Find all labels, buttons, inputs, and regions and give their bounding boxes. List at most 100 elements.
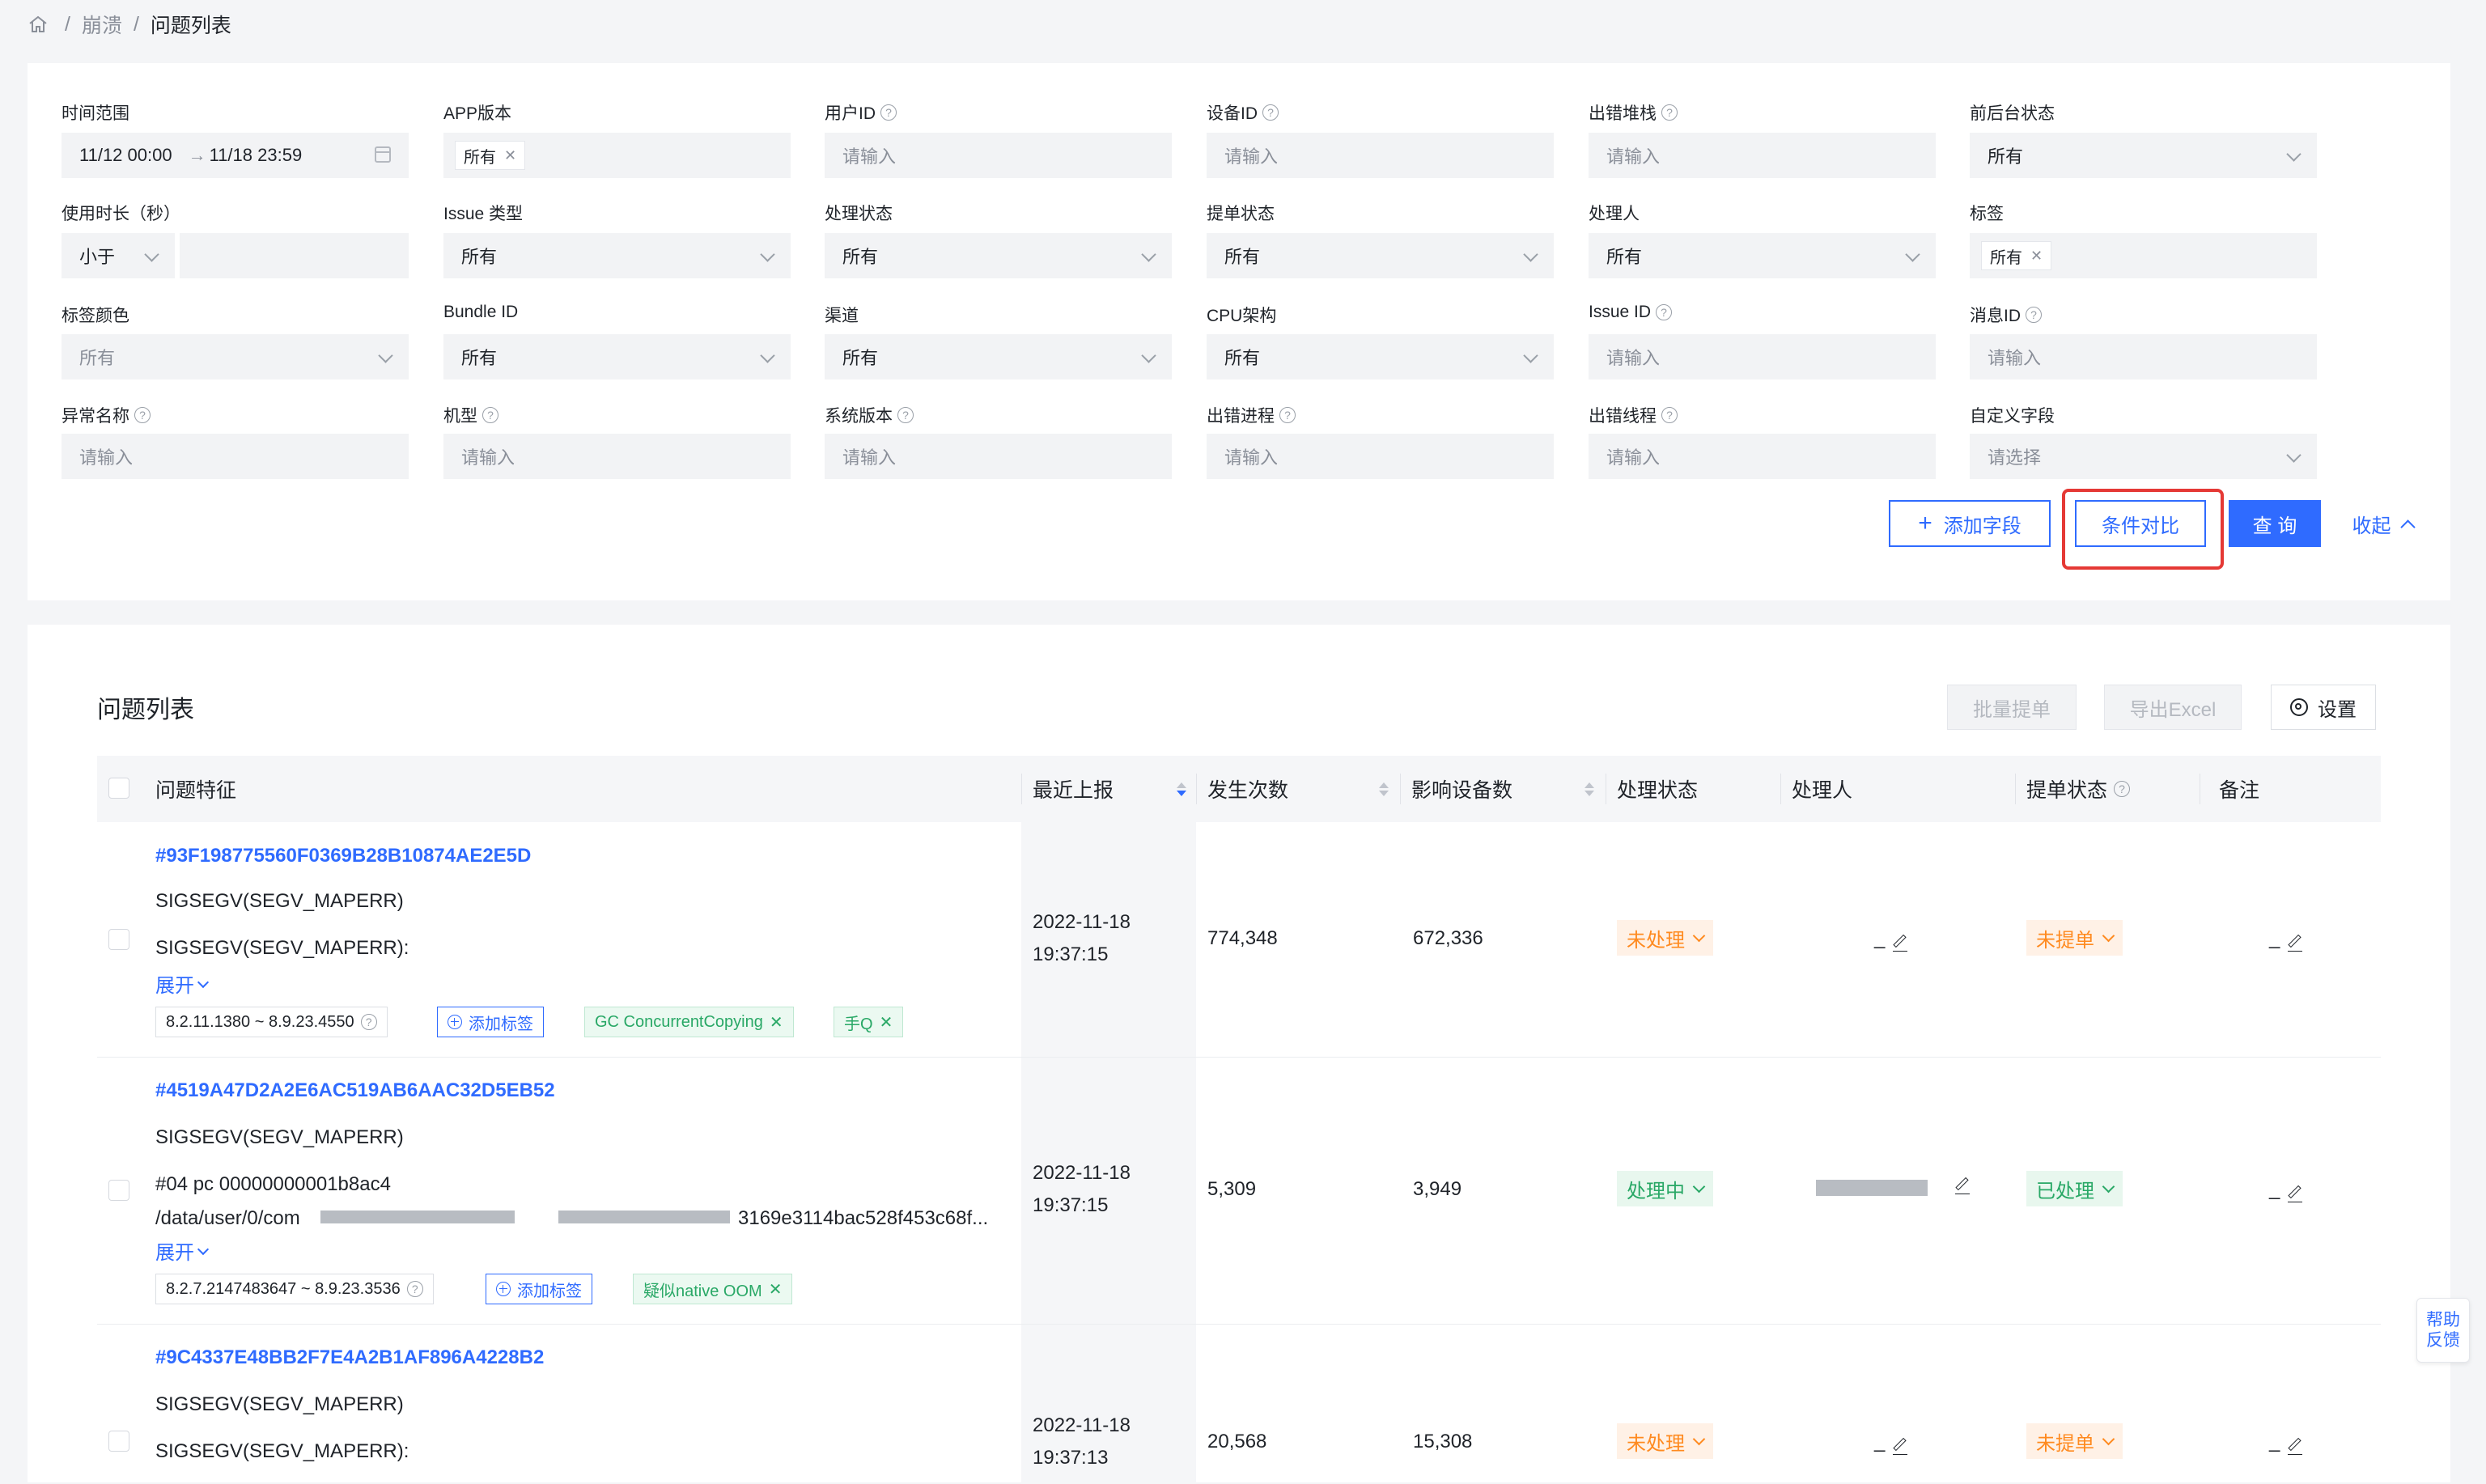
process-status-label: 处理状态 <box>825 205 893 223</box>
note-edit[interactable]: _ <box>2269 1178 2303 1202</box>
time-range-label: 时间范围 <box>62 104 129 123</box>
issue-type-select[interactable]: 所有 <box>443 233 791 278</box>
ticket-status-dropdown[interactable]: 未提单 <box>2026 1423 2123 1459</box>
help-icon[interactable]: ? <box>1262 104 1279 121</box>
channel-select[interactable]: 所有 <box>825 334 1172 379</box>
process-status-dropdown[interactable]: 未处理 <box>1617 920 1713 956</box>
user-id-input[interactable]: 请输入 <box>825 133 1172 178</box>
tags-select[interactable]: 所有 ✕ <box>1970 233 2317 278</box>
tag-color-select[interactable]: 所有 <box>62 334 409 379</box>
edit-icon[interactable] <box>1955 1178 1970 1194</box>
help-icon[interactable]: ? <box>1656 304 1673 320</box>
help-icon[interactable]: ? <box>897 407 914 423</box>
note-edit[interactable]: _ <box>2269 1431 2303 1455</box>
sort-icon[interactable] <box>1379 782 1389 796</box>
col-note: 备注 <box>2219 779 2260 802</box>
duration-operator-select[interactable]: 小于 <box>62 233 175 278</box>
bundle-id-select[interactable]: 所有 <box>443 334 791 379</box>
settings-button[interactable]: 设置 <box>2271 685 2376 730</box>
exception-name-input[interactable]: 请输入 <box>62 434 409 479</box>
issue-detail-path: /data/user/0/com <box>155 1207 300 1229</box>
issue-id-link[interactable]: #9C4337E48BB2F7E4A2B1AF896A4228B2 <box>155 1346 544 1369</box>
gear-icon <box>2290 698 2308 716</box>
ticket-status-select[interactable]: 所有 <box>1207 233 1554 278</box>
fg-bg-state-select[interactable]: 所有 <box>1970 133 2317 178</box>
remove-tag-icon[interactable]: ✕ <box>2030 248 2043 265</box>
issue-id-link[interactable]: #93F198775560F0369B28B10874AE2E5D <box>155 845 531 867</box>
os-version-label: 系统版本? <box>825 403 914 427</box>
error-stack-input[interactable]: 请输入 <box>1589 133 1936 178</box>
row-checkbox[interactable] <box>108 1180 129 1201</box>
help-icon[interactable]: ? <box>134 407 151 423</box>
duration-input[interactable] <box>180 233 409 278</box>
handler-select[interactable]: 所有 <box>1589 233 1936 278</box>
handler-edit[interactable]: _ <box>1874 927 1908 952</box>
help-icon[interactable]: ? <box>880 104 897 121</box>
add-tag-button[interactable]: 添加标签 <box>486 1274 592 1304</box>
expand-link[interactable]: 展开 <box>155 969 210 998</box>
message-id-input[interactable]: 请输入 <box>1970 334 2317 379</box>
ticket-status-dropdown[interactable]: 已处理 <box>2026 1171 2123 1206</box>
chevron-down-icon <box>760 348 775 363</box>
process-status-dropdown[interactable]: 处理中 <box>1617 1171 1713 1206</box>
compare-button[interactable]: 条件对比 <box>2075 500 2206 547</box>
redacted-handler <box>1816 1180 1928 1196</box>
batch-ticket-button[interactable]: 批量提单 <box>1947 685 2077 730</box>
home-icon[interactable] <box>28 15 49 34</box>
issue-id-link[interactable]: #4519A47D2A2E6AC519AB6AAC32D5EB52 <box>155 1079 555 1102</box>
remove-tag-icon[interactable]: ✕ <box>769 1279 783 1300</box>
help-icon[interactable]: ? <box>1279 407 1296 423</box>
error-thread-label: 出错线程? <box>1589 403 1678 427</box>
device-id-input[interactable]: 请输入 <box>1207 133 1554 178</box>
issue-id-input[interactable]: 请输入 <box>1589 334 1936 379</box>
expand-link[interactable]: 展开 <box>155 1236 210 1265</box>
process-status-select[interactable]: 所有 <box>825 233 1172 278</box>
col-occurrences[interactable]: 发生次数 <box>1207 756 1389 822</box>
custom-field-select[interactable]: 请选择 <box>1970 434 2317 479</box>
note-edit[interactable]: _ <box>2269 927 2303 952</box>
remove-tag-icon[interactable]: ✕ <box>504 147 516 164</box>
help-icon[interactable]: ? <box>360 1014 377 1030</box>
issue-detail: #04 pc 00000000001b8ac4 <box>155 1173 391 1195</box>
edit-icon[interactable] <box>2288 1186 2303 1202</box>
edit-icon[interactable] <box>2288 935 2303 952</box>
row-checkbox[interactable] <box>108 929 129 950</box>
export-excel-button[interactable]: 导出Excel <box>2104 685 2242 730</box>
os-version-input[interactable]: 请输入 <box>825 434 1172 479</box>
col-affected-devices[interactable]: 影响设备数 <box>1411 756 1594 822</box>
collapse-button[interactable]: 收起 <box>2344 500 2421 547</box>
process-status-dropdown[interactable]: 未处理 <box>1617 1423 1713 1459</box>
last-report-date: 2022-11-18 <box>1033 1414 1131 1436</box>
help-icon[interactable]: ? <box>482 407 498 423</box>
ticket-status-dropdown[interactable]: 未提单 <box>2026 920 2123 956</box>
select-all-checkbox[interactable] <box>108 778 129 799</box>
help-icon[interactable]: ? <box>1661 407 1678 423</box>
query-button[interactable]: 查 询 <box>2229 500 2321 547</box>
edit-icon[interactable] <box>1893 935 1908 952</box>
breadcrumb-crash[interactable]: 崩溃 <box>82 10 122 39</box>
col-last-report[interactable]: 最近上报 <box>1033 756 1186 822</box>
cpu-arch-select[interactable]: 所有 <box>1207 334 1554 379</box>
add-tag-button[interactable]: 添加标签 <box>437 1007 544 1037</box>
handler-edit[interactable] <box>1947 1178 1970 1194</box>
error-thread-input[interactable]: 请输入 <box>1589 434 1936 479</box>
time-range-picker[interactable]: 11/12 00:00 → 11/18 23:59 <box>62 133 409 178</box>
sort-icon[interactable] <box>1585 782 1594 796</box>
device-model-input[interactable]: 请输入 <box>443 434 791 479</box>
help-icon[interactable]: ? <box>406 1281 423 1297</box>
sort-icon[interactable] <box>1177 782 1186 796</box>
handler-edit[interactable]: _ <box>1874 1431 1908 1455</box>
remove-tag-icon[interactable]: ✕ <box>770 1012 783 1032</box>
edit-icon[interactable] <box>2288 1439 2303 1455</box>
help-feedback-button[interactable]: 帮助 反馈 <box>2416 1298 2470 1363</box>
help-icon[interactable]: ? <box>1661 104 1678 121</box>
row-checkbox[interactable] <box>108 1431 129 1452</box>
edit-icon[interactable] <box>1893 1439 1908 1455</box>
help-icon[interactable]: ? <box>2114 781 2131 797</box>
error-process-input[interactable]: 请输入 <box>1207 434 1554 479</box>
app-version-select[interactable]: 所有 ✕ <box>443 133 791 178</box>
issue-title: SIGSEGV(SEGV_MAPERR) <box>155 1126 404 1148</box>
help-icon[interactable]: ? <box>2026 307 2042 323</box>
remove-tag-icon[interactable]: ✕ <box>880 1012 893 1032</box>
add-field-button[interactable]: + 添加字段 <box>1889 500 2051 547</box>
